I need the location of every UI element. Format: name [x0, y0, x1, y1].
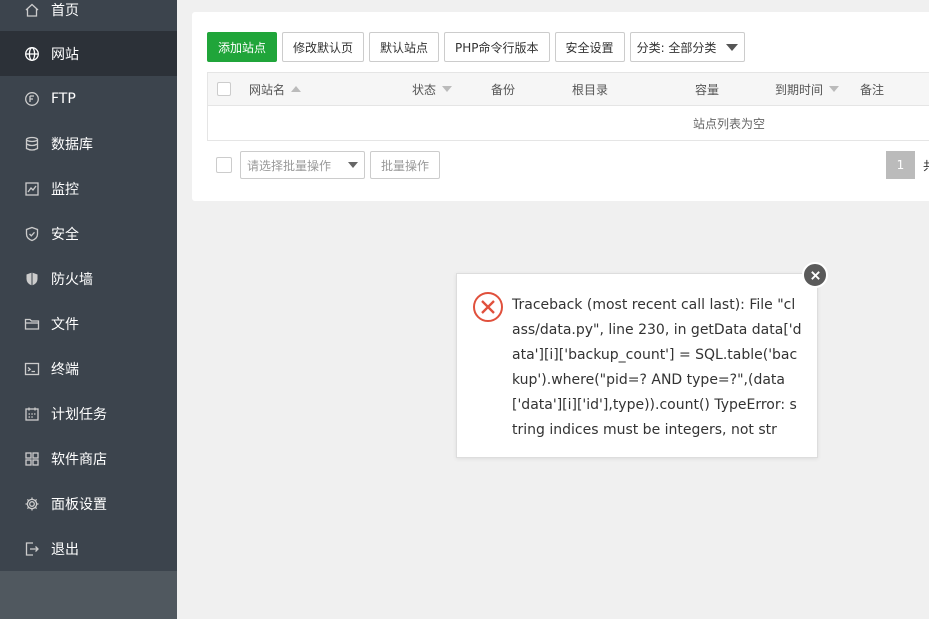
column-header-status[interactable]: 状态 [412, 73, 453, 105]
column-header-site-name[interactable]: 网站名 [249, 73, 302, 105]
database-icon [24, 136, 40, 152]
column-header-backup: 备份 [491, 73, 515, 105]
close-icon [810, 270, 821, 281]
batch-operation-button[interactable]: 批量操作 [370, 151, 441, 179]
column-header-expiry[interactable]: 到期时间 [775, 73, 840, 105]
sidebar-item-security[interactable]: 安全 [0, 211, 177, 256]
apps-icon [24, 451, 40, 467]
gear-icon [24, 496, 40, 512]
globe-icon [24, 46, 40, 62]
sidebar-item-ftp[interactable]: FTP [0, 76, 177, 121]
batch-select-checkbox[interactable] [216, 157, 232, 173]
sidebar: 首页 网站 FTP 数据库 监控 安全 防火墙 文件 终端 计划任务 软件商店 … [0, 0, 177, 619]
sidebar-item-home[interactable]: 首页 [0, 0, 177, 32]
column-label: 根目录 [572, 82, 609, 97]
chevron-down-icon [726, 43, 739, 51]
sidebar-item-label: 退出 [51, 541, 79, 558]
home-icon [24, 2, 40, 18]
sidebar-item-label: 安全 [51, 226, 79, 243]
table-empty-row: 站点列表为空 [207, 106, 929, 141]
column-label: 备注 [860, 82, 885, 97]
php-cli-version-button[interactable]: PHP命令行版本 [444, 32, 550, 62]
empty-state-text: 站点列表为空 [693, 116, 766, 131]
toolbar: 添加站点 修改默认页 默认站点 PHP命令行版本 安全设置 分类: 全部分类 [207, 32, 746, 62]
sidebar-item-label: 防火墙 [51, 271, 93, 288]
table-header: 网站名 状态 备份 根目录 容量 到期时间 备注 [207, 72, 929, 106]
sidebar-footer [0, 571, 177, 619]
calendar-icon [24, 406, 40, 422]
batch-actions: 请选择批量操作 批量操作 [216, 151, 441, 179]
error-message: Traceback (most recent call last): File … [512, 297, 802, 438]
error-dialog: Traceback (most recent call last): File … [456, 273, 818, 458]
sort-asc-icon [291, 86, 302, 92]
sidebar-item-firewall[interactable]: 防火墙 [0, 256, 177, 301]
chevron-down-icon [348, 162, 358, 168]
sidebar-item-cron[interactable]: 计划任务 [0, 391, 177, 436]
sidebar-item-database[interactable]: 数据库 [0, 121, 177, 166]
shield-icon [24, 226, 40, 242]
category-select-value: 分类: 全部分类 [636, 40, 717, 55]
pagination-current-page[interactable]: 1 [886, 151, 915, 179]
site-list-panel: 添加站点 修改默认页 默认站点 PHP命令行版本 安全设置 分类: 全部分类 网… [192, 12, 929, 201]
sidebar-item-label: FTP [51, 90, 76, 107]
sidebar-item-label: 面板设置 [51, 496, 107, 513]
sidebar-item-label: 监控 [51, 181, 79, 198]
column-label: 容量 [695, 82, 720, 97]
select-all-checkbox[interactable] [217, 82, 231, 96]
column-header-remarks: 备注 [860, 73, 884, 105]
column-header-root-dir: 根目录 [572, 73, 608, 105]
sidebar-item-label: 软件商店 [51, 451, 107, 468]
column-label: 到期时间 [775, 82, 824, 97]
folder-icon [24, 316, 40, 332]
monitor-icon [24, 181, 40, 197]
column-label: 状态 [412, 82, 437, 97]
sidebar-item-label: 文件 [51, 316, 79, 333]
sort-desc-icon [442, 86, 453, 92]
column-label: 网站名 [249, 82, 286, 97]
sidebar-item-panel-settings[interactable]: 面板设置 [0, 481, 177, 526]
sidebar-item-label: 终端 [51, 361, 79, 378]
column-label: 备份 [491, 82, 516, 97]
column-header-capacity: 容量 [695, 73, 719, 105]
sidebar-item-label: 网站 [51, 46, 79, 63]
batch-operation-select[interactable]: 请选择批量操作 [240, 151, 365, 179]
sidebar-item-logout[interactable]: 退出 [0, 526, 177, 571]
sidebar-item-label: 计划任务 [51, 406, 107, 423]
edit-default-page-button[interactable]: 修改默认页 [282, 32, 365, 62]
error-icon [472, 291, 504, 323]
sidebar-item-websites[interactable]: 网站 [0, 31, 177, 76]
firewall-icon [24, 271, 40, 287]
sidebar-item-app-store[interactable]: 软件商店 [0, 436, 177, 481]
sidebar-item-monitor[interactable]: 监控 [0, 166, 177, 211]
sidebar-item-files[interactable]: 文件 [0, 301, 177, 346]
close-dialog-button[interactable] [802, 262, 828, 288]
terminal-icon [24, 361, 40, 377]
site-table: 网站名 状态 备份 根目录 容量 到期时间 备注 站点列表为空 [207, 72, 929, 141]
select-all-cell [217, 73, 231, 105]
category-select[interactable]: 分类: 全部分类 [629, 32, 746, 62]
sidebar-item-label: 首页 [51, 2, 79, 19]
add-site-button[interactable]: 添加站点 [207, 32, 278, 62]
logout-icon [24, 541, 40, 557]
security-settings-button[interactable]: 安全设置 [554, 32, 625, 62]
sidebar-item-terminal[interactable]: 终端 [0, 346, 177, 391]
batch-select-placeholder: 请选择批量操作 [247, 158, 332, 173]
pagination-total-text: 共 [923, 151, 929, 179]
default-site-button[interactable]: 默认站点 [369, 32, 440, 62]
sidebar-item-label: 数据库 [51, 136, 93, 153]
ftp-icon [24, 91, 40, 107]
sort-desc-icon [829, 86, 840, 92]
